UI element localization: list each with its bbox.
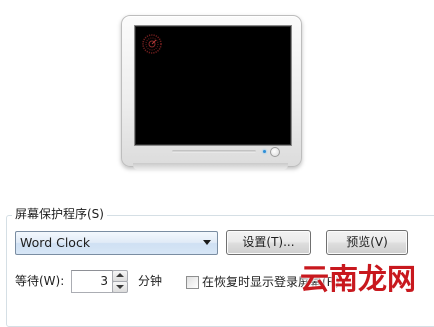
preview-button[interactable]: 预览(V): [326, 230, 408, 255]
settings-button[interactable]: 设置(T)...: [226, 230, 311, 255]
word-clock-preview-icon: [142, 34, 162, 54]
wait-minutes-stepper[interactable]: [112, 270, 128, 293]
screensaver-select-value: Word Clock: [20, 235, 91, 250]
wait-label: 等待(W):: [15, 274, 65, 288]
monitor-base: [133, 163, 288, 170]
watermark-logo: 云南龙网: [300, 262, 417, 296]
monitor-slot: [172, 150, 256, 153]
chevron-down-icon[interactable]: [203, 240, 211, 245]
arrow-up-icon: [116, 273, 124, 277]
wait-minutes-value[interactable]: 3: [73, 270, 108, 292]
power-led-icon: [263, 150, 266, 153]
arrow-down-icon: [116, 285, 124, 289]
stepper-down-button[interactable]: [112, 281, 128, 293]
minutes-label: 分钟: [138, 274, 163, 288]
power-button-icon: [270, 147, 280, 157]
screensaver-group-title: 屏幕保护程序(S): [12, 207, 107, 222]
resume-login-checkbox[interactable]: [186, 276, 199, 289]
